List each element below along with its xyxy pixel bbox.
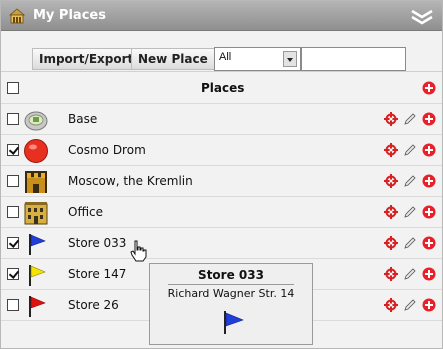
building-icon: [24, 202, 48, 225]
edit-pencil-icon[interactable]: [403, 236, 417, 250]
filter-value: All: [219, 51, 232, 63]
item-label: Moscow, the Kremlin: [68, 174, 193, 188]
delete-icon[interactable]: [422, 205, 436, 219]
list-item[interactable]: Base: [1, 104, 442, 135]
select-all-checkbox[interactable]: [7, 82, 19, 94]
delete-icon[interactable]: [422, 267, 436, 281]
list-item[interactable]: Cosmo Drom: [1, 135, 442, 166]
locate-icon[interactable]: [384, 267, 398, 281]
edit-pencil-icon[interactable]: [403, 143, 417, 157]
dropdown-arrow-icon[interactable]: [283, 51, 297, 67]
item-label: Store 033: [68, 236, 127, 250]
blue-flag-icon: [224, 311, 244, 334]
place-tooltip: Store 033 Richard Wagner Str. 14: [149, 263, 313, 345]
tooltip-address: Richard Wagner Str. 14: [167, 287, 295, 300]
edit-pencil-icon[interactable]: [403, 174, 417, 188]
base-icon: [24, 111, 48, 131]
yellow-flag-icon: [29, 265, 46, 286]
delete-icon[interactable]: [422, 298, 436, 312]
item-label: Base: [68, 112, 98, 126]
locate-icon[interactable]: [384, 298, 398, 312]
edit-pencil-icon[interactable]: [403, 267, 417, 281]
panel-titlebar: My Places: [1, 1, 442, 31]
item-checkbox[interactable]: [7, 268, 19, 280]
home-icon: [9, 8, 25, 24]
locate-icon[interactable]: [384, 174, 398, 188]
item-label: Store 26: [68, 298, 119, 312]
item-label: Office: [68, 205, 104, 219]
item-label: Store 147: [68, 267, 127, 281]
delete-icon[interactable]: [422, 174, 436, 188]
list-header-row: Places: [1, 73, 442, 104]
toolbar: Import/Export New Place All: [1, 32, 442, 72]
blue-flag-icon: [29, 234, 46, 255]
edit-pencil-icon[interactable]: [403, 298, 417, 312]
tooltip-title: Store 033: [198, 268, 264, 282]
locate-icon[interactable]: [384, 143, 398, 157]
edit-pencil-icon[interactable]: [403, 112, 417, 126]
search-input[interactable]: [301, 47, 406, 71]
item-checkbox[interactable]: [7, 175, 19, 187]
item-checkbox[interactable]: [7, 206, 19, 218]
hand-cursor-icon: [130, 240, 147, 262]
list-item[interactable]: Office: [1, 197, 442, 228]
my-places-panel: My Places Import/Export New Place All Pl…: [0, 0, 443, 349]
item-checkbox[interactable]: [7, 144, 19, 156]
list-item[interactable]: Moscow, the Kremlin: [1, 166, 442, 197]
delete-icon[interactable]: [422, 236, 436, 250]
item-checkbox[interactable]: [7, 299, 19, 311]
list-header-title: Places: [201, 81, 245, 95]
red-circle-icon: [24, 139, 48, 163]
list-item[interactable]: Store 033: [1, 228, 442, 259]
delete-all-icon[interactable]: [422, 81, 436, 95]
item-checkbox[interactable]: [7, 237, 19, 249]
new-place-button[interactable]: New Place: [131, 48, 215, 70]
tooltip-divider: [168, 284, 294, 285]
item-label: Cosmo Drom: [68, 143, 146, 157]
filter-select[interactable]: All: [214, 47, 301, 71]
locate-icon[interactable]: [384, 112, 398, 126]
edit-pencil-icon[interactable]: [403, 205, 417, 219]
castle-icon: [25, 171, 47, 193]
import-export-button[interactable]: Import/Export: [32, 48, 141, 70]
delete-icon[interactable]: [422, 143, 436, 157]
panel-title: My Places: [33, 8, 106, 23]
collapse-icon[interactable]: [408, 6, 436, 28]
locate-icon[interactable]: [384, 205, 398, 219]
delete-icon[interactable]: [422, 112, 436, 126]
item-checkbox[interactable]: [7, 113, 19, 125]
locate-icon[interactable]: [384, 236, 398, 250]
red-flag-icon: [29, 296, 46, 317]
